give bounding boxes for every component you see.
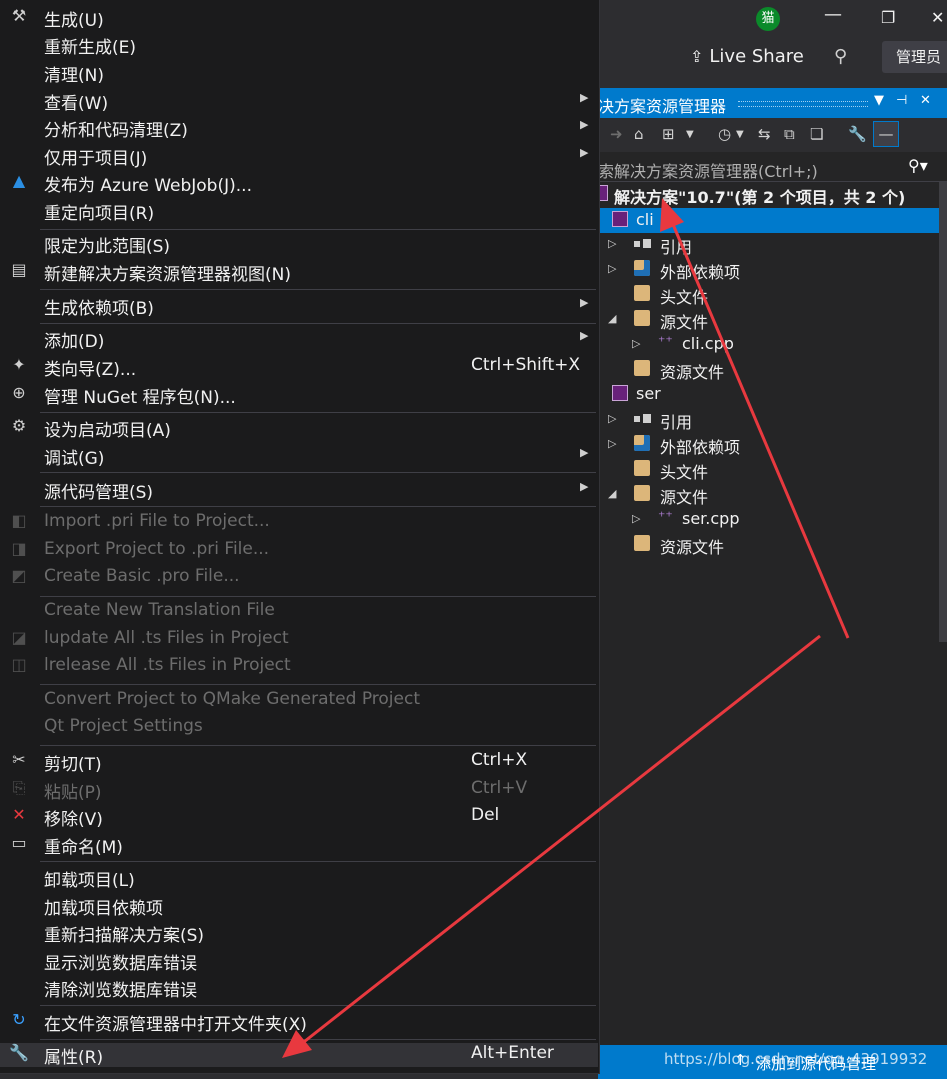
annotation-arrow-up <box>670 221 850 639</box>
annotation-arrow-down <box>299 634 821 1047</box>
annotation-arrowhead-down <box>282 1030 312 1058</box>
annotation-arrows <box>282 198 850 1058</box>
annotation-arrowhead-up <box>660 198 684 232</box>
